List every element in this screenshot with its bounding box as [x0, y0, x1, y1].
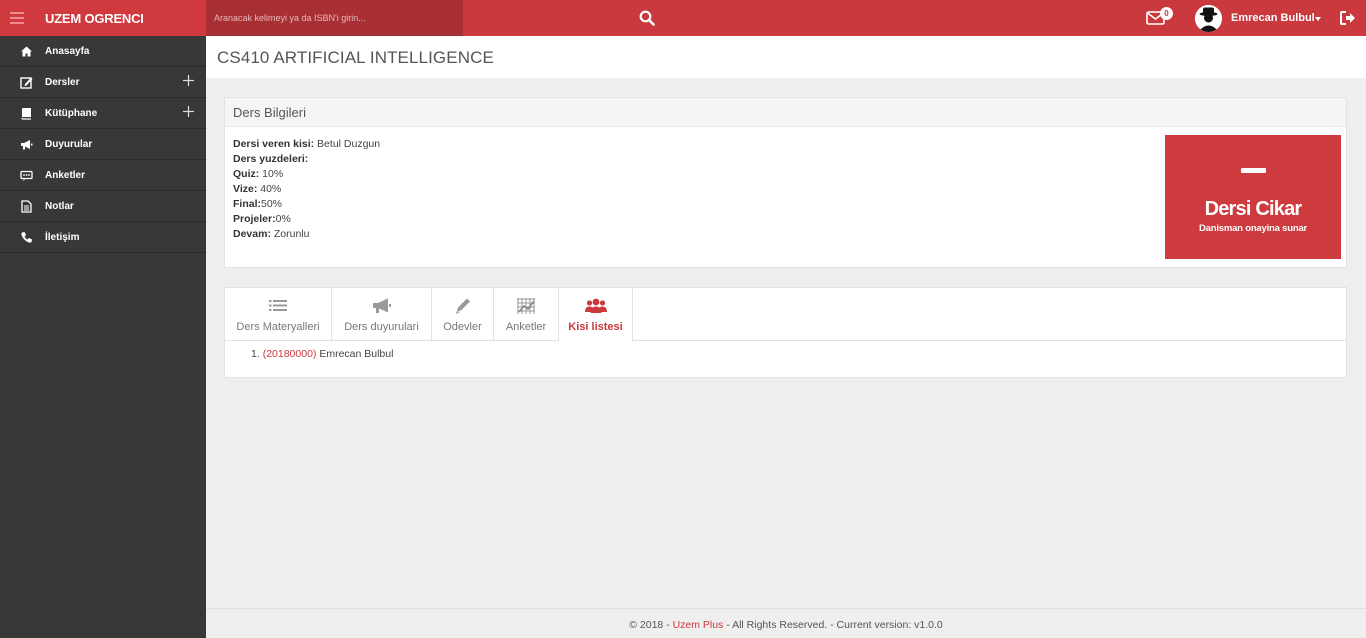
drop-course-title: Dersi Cikar: [1204, 198, 1303, 220]
list-icon: [269, 300, 287, 311]
tab-ders-materyalleri[interactable]: Ders Materyalleri: [225, 288, 332, 341]
user-name[interactable]: Emrecan Bulbul: [1231, 12, 1315, 24]
attendance-label: Devam:: [233, 228, 271, 240]
sidebar-item-label: Notlar: [45, 201, 74, 212]
sidebar-item-anasayfa[interactable]: Anasayfa: [0, 36, 206, 67]
hamburger-menu-icon[interactable]: [10, 12, 24, 24]
student-name: Emrecan Bulbul: [316, 348, 394, 360]
tab-label: Odevler: [443, 321, 482, 333]
attendance-value: Zorunlu: [270, 228, 310, 240]
projects-label: Projeler:: [233, 213, 276, 225]
survey-icon: [20, 170, 33, 181]
course-info-details: Dersi veren kisi: Betul Duzgun Ders yuzd…: [233, 137, 380, 242]
user-silhouette-icon: [1195, 5, 1222, 32]
student-id-link[interactable]: 20180000: [266, 348, 313, 360]
midterm-label: Vize:: [233, 183, 258, 195]
expand-plus-icon[interactable]: [183, 106, 194, 117]
book-icon: [21, 108, 31, 120]
expand-plus-icon[interactable]: [183, 75, 194, 86]
logout-icon[interactable]: [1340, 11, 1356, 25]
tab-label: Kisi listesi: [568, 321, 623, 333]
tab-kisi-listesi[interactable]: Kisi listesi: [559, 288, 633, 341]
sidebar-item-label: Duyurular: [45, 139, 93, 150]
sidebar-item-iletisim[interactable]: İletişim: [0, 222, 206, 253]
course-tabs-panel: Ders Materyalleri Ders duyurulari Odevle…: [224, 287, 1347, 378]
quiz-label: Quiz:: [233, 168, 260, 180]
tab-label: Anketler: [505, 321, 547, 333]
footer-brand-link[interactable]: Uzem Plus: [673, 619, 724, 631]
pencil-icon: [455, 298, 470, 314]
search-input[interactable]: [214, 10, 434, 26]
megaphone-icon: [372, 298, 391, 313]
instructor-value: Betul Duzgun: [314, 138, 381, 150]
drop-course-subtitle: Danisman onayina sunar: [1198, 223, 1308, 234]
instructor-label: Dersi veren kisi:: [233, 138, 315, 150]
sidebar-item-label: Anasayfa: [45, 46, 90, 57]
drop-course-button[interactable]: Dersi Cikar Danisman onayina sunar: [1165, 135, 1341, 259]
sidebar-item-label: Dersler: [45, 77, 80, 88]
app-title[interactable]: UZEM OGRENCI: [45, 11, 144, 26]
search-icon[interactable]: [639, 10, 655, 26]
chevron-down-icon[interactable]: [1315, 17, 1321, 21]
home-icon: [21, 46, 32, 57]
tab-ders-duyurulari[interactable]: Ders duyurulari: [332, 288, 432, 341]
tab-odevler[interactable]: Odevler: [432, 288, 494, 341]
list-item: 1. (20180000) Emrecan Bulbul: [251, 348, 393, 360]
edit-icon: [20, 77, 33, 89]
mail-count-badge: 0: [1160, 7, 1173, 20]
phone-icon: [21, 232, 32, 243]
footer-suffix: - All Rights Reserved. - Current version…: [723, 619, 943, 631]
footer-prefix: © 2018 -: [629, 619, 673, 631]
list-item-number: 1.: [251, 348, 260, 360]
final-label: Final:: [233, 198, 261, 210]
minus-icon: [1241, 168, 1266, 173]
top-bar: UZEM OGRENCI 0 Emrecan Bulbul: [0, 0, 1366, 36]
avatar[interactable]: [1195, 5, 1222, 32]
tab-anketler[interactable]: Anketler: [494, 288, 559, 341]
person-list: 1. (20180000) Emrecan Bulbul: [251, 348, 393, 360]
quiz-value: 10%: [259, 168, 284, 180]
panel-heading: Ders Bilgileri: [225, 98, 1346, 127]
sidebar-item-dersler[interactable]: Dersler: [0, 67, 206, 98]
sidebar-item-kutuphane[interactable]: Kütüphane: [0, 98, 206, 129]
sidebar-item-label: İletişim: [45, 232, 80, 243]
final-value: 50%: [261, 198, 283, 210]
megaphone-icon: [21, 140, 33, 150]
tab-label: Ders Materyalleri: [236, 321, 320, 333]
sidebar: Anasayfa Dersler Kütüphane Duyurular Ank…: [0, 36, 206, 638]
sidebar-item-duyurular[interactable]: Duyurular: [0, 129, 206, 160]
footer: © 2018 - Uzem Plus - All Rights Reserved…: [206, 608, 1366, 638]
notes-icon: [21, 200, 32, 213]
page-title: CS410 ARTIFICIAL INTELLIGENCE: [217, 48, 494, 67]
sidebar-item-label: Anketler: [45, 170, 86, 181]
course-info-panel: Ders Bilgileri Dersi veren kisi: Betul D…: [224, 97, 1347, 268]
page-header: CS410 ARTIFICIAL INTELLIGENCE: [206, 36, 1366, 78]
search-bar: [206, 0, 655, 36]
projects-value: 0%: [275, 213, 291, 225]
users-icon: [584, 298, 607, 313]
sidebar-item-notlar[interactable]: Notlar: [0, 191, 206, 222]
sidebar-item-label: Kütüphane: [45, 108, 98, 119]
grid-icon: [517, 298, 535, 314]
brand-area: UZEM OGRENCI: [0, 0, 206, 36]
sidebar-item-anketler[interactable]: Anketler: [0, 160, 206, 191]
tab-strip-filler: [633, 288, 1346, 341]
midterm-value: 40%: [257, 183, 282, 195]
tab-label: Ders duyurulari: [344, 321, 419, 333]
percentages-label: Ders yuzdeleri:: [233, 153, 309, 165]
